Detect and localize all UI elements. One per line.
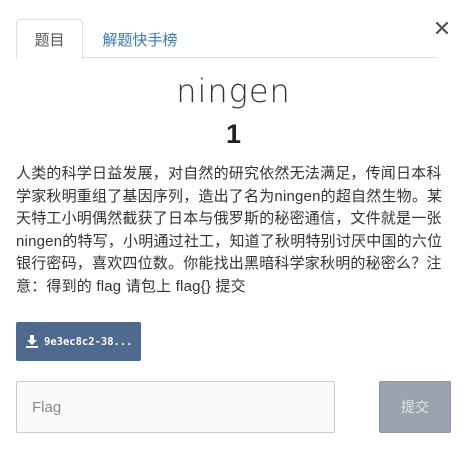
tab-challenge[interactable]: 题目 — [16, 19, 83, 59]
download-filename: 9e3ec8c2-38... — [44, 335, 133, 348]
modal-tabs: 题目 解题快手榜 — [16, 19, 437, 59]
close-icon — [436, 22, 448, 34]
challenge-points: 1 — [225, 119, 242, 149]
flag-input[interactable] — [16, 381, 335, 433]
challenge-title: ningen — [176, 72, 291, 110]
download-file-button[interactable]: 9e3ec8c2-38... — [16, 322, 141, 361]
download-icon — [26, 335, 38, 348]
submit-button[interactable]: 提交 — [379, 381, 451, 433]
challenge-modal: 题目 解题快手榜 ningen 1 人类的科学日益发展，对自然的研究依然无法满足… — [0, 0, 467, 466]
challenge-description: 人类的科学日益发展，对自然的研究依然无法满足，传闻日本科学家秋明重组了基因序列，… — [16, 165, 443, 295]
tab-solvers[interactable]: 解题快手榜 — [99, 19, 181, 59]
